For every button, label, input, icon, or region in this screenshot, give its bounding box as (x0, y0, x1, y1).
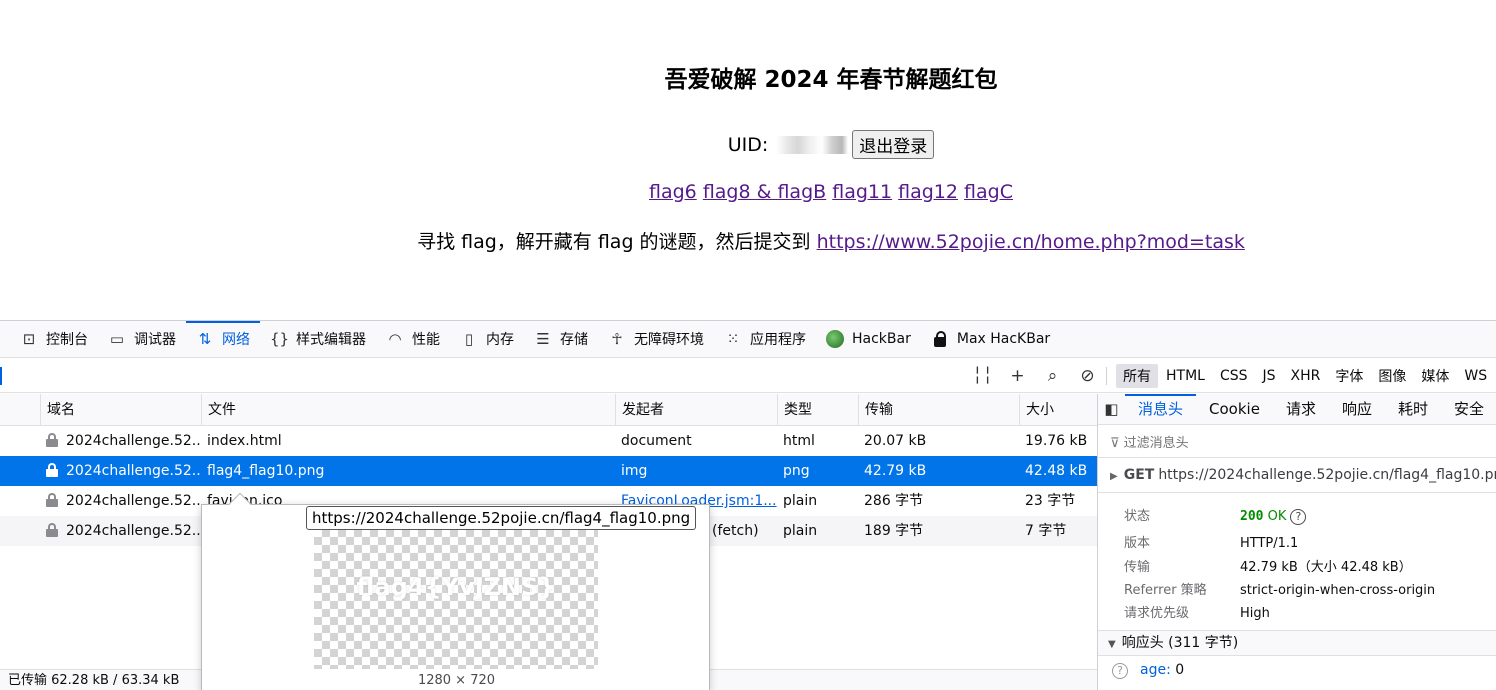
filter-xhr[interactable]: XHR (1284, 366, 1328, 386)
tab-hackbar[interactable]: HackBar (816, 321, 921, 358)
performance-icon: ◠ (388, 330, 402, 348)
table-row-selected[interactable]: 2024challenge.52... flag4_flag10.png img… (0, 456, 1097, 486)
logout-button[interactable]: 退出登录 (852, 130, 935, 159)
application-icon: ⁙ (726, 330, 740, 348)
tab-storage[interactable]: ☰ 存储 (524, 321, 598, 358)
devtools-tabbar: ⊡ 控制台 ▭ 调试器 ⇅ 网络 {} 样式编辑器 ◠ 性能 ▯ 内存 ☰ 存储 ☥ 无障碍环境… (0, 320, 1496, 358)
column-header-size[interactable]: 大小 (1019, 394, 1097, 426)
tab-accessibility[interactable]: ☥ 无障碍环境 (598, 321, 714, 358)
plus-icon[interactable]: + (1000, 366, 1035, 386)
tab-console[interactable]: ⊡ 控制台 (10, 321, 98, 358)
referrer-policy-row: Referrer 策略 strict-origin-when-cross-orig… (1124, 583, 1436, 598)
task-text: 寻找 flag，解开藏有 flag 的谜题，然后提交到 (417, 231, 811, 253)
filter-ws[interactable]: WS (1457, 366, 1494, 386)
header-row-age: ? age: 0 (1112, 662, 1184, 679)
flagC-link[interactable]: flagC (964, 181, 1013, 203)
flag11-link[interactable]: flag11 (832, 181, 892, 203)
flag-links: flag6 flag8 & flagB flag11 flag12 flagC (0, 181, 1496, 203)
console-icon: ⊡ (22, 330, 36, 348)
expand-icon: ▶ (1110, 471, 1118, 482)
flag8-flagB-link[interactable]: flag8 & flagB (703, 181, 826, 203)
tab-performance[interactable]: ◠ 性能 (376, 321, 450, 358)
filter-toolbar-icons: ╎╎ + ⌕ ⊘ (965, 359, 1105, 393)
filter-html[interactable]: HTML (1159, 366, 1212, 386)
column-header-transferred[interactable]: 传输 (858, 394, 1019, 426)
details-tabbar: ◧ 消息头 Cookie 请求 响应 耗时 安全 (1098, 393, 1496, 425)
max-hackbar-icon (931, 330, 949, 348)
uid-row: UID: 退出登录 (0, 130, 1496, 159)
tab-request[interactable]: 请求 (1273, 394, 1329, 425)
web-page: 吾爱破解 2024 年春节解题红包 UID: 退出登录 flag6 flag8 … (0, 0, 1496, 320)
type-filters: 所有 HTML CSS JS XHR 字体 图像 媒体 WS (1116, 359, 1495, 393)
image-preview-tooltip: flag4{YvJZNS} 1280 × 720 (201, 492, 710, 690)
filter-css[interactable]: CSS (1213, 366, 1255, 386)
block-icon[interactable]: ⊘ (1070, 366, 1105, 386)
image-dimensions: 1280 × 720 (417, 673, 496, 688)
filter-headers-input[interactable]: ⊽ 过滤消息头 (1110, 432, 1189, 451)
lock-icon (46, 463, 58, 477)
priority-row: 请求优先级 High (1124, 606, 1270, 621)
table-header: 域名 文件 发起者 类型 传输 大小 (0, 394, 1097, 426)
help-icon[interactable]: ? (1112, 663, 1128, 679)
filter-icon: ⊽ (1110, 436, 1124, 451)
column-header-file[interactable]: 文件 (201, 394, 615, 426)
tab-cookie[interactable]: Cookie (1196, 394, 1273, 425)
filter-images[interactable]: 图像 (1371, 364, 1413, 388)
lock-icon (46, 433, 58, 447)
task-link[interactable]: https://www.52pojie.cn/home.php?mod=task (817, 231, 1245, 253)
page-title: 吾爱破解 2024 年春节解题红包 (664, 67, 998, 93)
tab-debugger[interactable]: ▭ 调试器 (98, 321, 186, 358)
response-headers-toggle[interactable]: ▼ 响应头 (311 字节) (1098, 630, 1496, 656)
accessibility-icon: ☥ (611, 330, 623, 348)
tab-network[interactable]: ⇅ 网络 (186, 320, 260, 358)
status-row: 状态 200 OK? (1124, 505, 1307, 525)
task-row: 寻找 flag，解开藏有 flag 的谜题，然后提交到 https://www.… (0, 227, 1496, 254)
tab-application[interactable]: ⁙ 应用程序 (714, 321, 816, 358)
tab-style-editor[interactable]: {} 样式编辑器 (260, 321, 376, 358)
tab-max-hackbar[interactable]: Max HacKBar (921, 321, 1060, 358)
search-icon[interactable]: ⌕ (1035, 366, 1070, 386)
flag12-link[interactable]: flag12 (898, 181, 958, 203)
column-header-type[interactable]: 类型 (777, 394, 858, 426)
storage-icon: ☰ (536, 330, 550, 348)
devtools-panel: ⊡ 控制台 ▭ 调试器 ⇅ 网络 {} 样式编辑器 ◠ 性能 ▯ 内存 ☰ 存储 ☥ 无障碍环境… (0, 320, 1496, 690)
toolbar-divider (1106, 367, 1107, 385)
table-row[interactable]: 2024challenge.52... index.html document … (0, 426, 1097, 456)
filter-js[interactable]: JS (1256, 366, 1283, 386)
column-header-status[interactable] (0, 394, 40, 426)
help-icon[interactable]: ? (1290, 509, 1307, 525)
column-header-initiator[interactable]: 发起者 (615, 394, 777, 426)
network-filter-bar: ╎╎ + ⌕ ⊘ 所有 HTML CSS JS XHR 字体 图像 媒体 WS (0, 359, 1496, 393)
tab-headers[interactable]: 消息头 (1125, 393, 1197, 425)
image-flag-text: flag4{YvJZNS} (356, 573, 556, 601)
tab-memory[interactable]: ▯ 内存 (450, 321, 524, 358)
transferred-row: 传输 42.79 kB（大小 42.48 kB） (1124, 560, 1412, 575)
collapse-icon: ▼ (1108, 639, 1116, 650)
url-filter-input[interactable] (0, 367, 6, 385)
request-summary[interactable]: ▶ GET https://2024challenge.52pojie.cn/fla… (1098, 457, 1496, 493)
tab-response[interactable]: 响应 (1329, 394, 1385, 425)
image-preview: flag4{YvJZNS} (314, 529, 598, 669)
memory-icon: ▯ (464, 330, 474, 348)
flag6-link[interactable]: flag6 (649, 181, 697, 203)
uid-value-blurred (776, 135, 849, 154)
toggle-panel-icon[interactable]: ◧ (1098, 400, 1125, 418)
column-header-domain[interactable]: 域名 (40, 394, 201, 426)
request-details-panel: ◧ 消息头 Cookie 请求 响应 耗时 安全 ⊽ 过滤消息头 ▶ GET htt… (1097, 393, 1496, 690)
version-row: 版本 HTTP/1.1 (1124, 536, 1299, 551)
tab-security[interactable]: 安全 (1441, 394, 1496, 425)
style-editor-icon: {} (270, 330, 290, 348)
pause-icon[interactable]: ╎╎ (965, 366, 1000, 386)
filter-fonts[interactable]: 字体 (1328, 364, 1370, 388)
lock-icon (46, 523, 58, 537)
network-icon: ⇅ (198, 330, 212, 348)
filter-media[interactable]: 媒体 (1414, 364, 1456, 388)
url-tooltip: https://2024challenge.52pojie.cn/flag4_f… (306, 506, 697, 530)
debugger-icon: ▭ (109, 330, 125, 348)
filter-all[interactable]: 所有 (1116, 364, 1158, 388)
lock-icon (46, 493, 58, 507)
uid-label: UID: (727, 133, 769, 156)
hackbar-icon (826, 330, 844, 348)
tab-timings[interactable]: 耗时 (1385, 394, 1441, 425)
